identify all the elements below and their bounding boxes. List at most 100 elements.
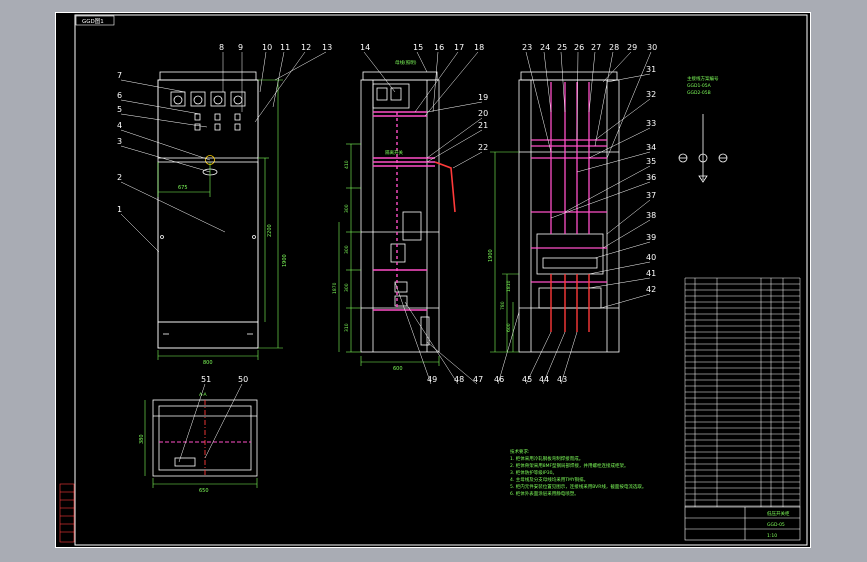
leader-bottom-46	[497, 311, 520, 385]
dim-back-h1: 1900	[488, 249, 494, 262]
dim-plan-depth: 380	[139, 434, 145, 444]
callout-plan-50: 50	[238, 375, 248, 384]
leader-top-23	[525, 51, 552, 153]
callout-right-41: 41	[646, 269, 656, 278]
meter-dial-1	[173, 95, 183, 105]
callout-top-10: 10	[262, 43, 272, 52]
callout-top-14: 14	[360, 43, 370, 52]
front-view	[157, 71, 259, 349]
leader-right-34	[576, 151, 651, 173]
single-line-schematic	[678, 114, 728, 183]
title-block-number: GGD-05	[767, 522, 785, 528]
notes-heading: 技术要求:	[510, 448, 530, 455]
note-6: 6. 柜体外表面涂层采用静电喷塑。	[510, 490, 579, 497]
application-viewport: GGD图1 800 675 1900 2200 410 300 300 300 …	[0, 0, 867, 562]
back-busbars	[531, 82, 607, 283]
title-tag: GGD图1	[82, 17, 104, 25]
back-top-cap	[520, 71, 618, 81]
front-top-cap	[159, 71, 257, 81]
callout-right-37: 37	[646, 191, 656, 200]
back-dimensions	[490, 151, 519, 353]
leader-right-33	[588, 127, 651, 159]
dim-plan-width: 650	[199, 488, 209, 494]
leader-mid-20	[426, 117, 483, 159]
dim-front-total: 1900	[282, 254, 288, 267]
side-terminal	[420, 316, 430, 346]
plan-base-slot	[174, 457, 196, 467]
note-1: 1. 柜体采用冷轧钢板弯制焊接而成。	[510, 455, 583, 462]
callout-bottom-48: 48	[454, 375, 464, 384]
leader-mid-21	[426, 129, 483, 163]
callout-leaders	[120, 51, 652, 463]
callout-top-30: 30	[647, 43, 657, 52]
indicator-2	[214, 113, 221, 121]
callout-right-33: 33	[646, 119, 656, 128]
back-conductors	[550, 274, 590, 332]
leader-left-3	[120, 145, 211, 173]
callout-right-42: 42	[646, 285, 656, 294]
leader-top-27	[588, 51, 596, 113]
callout-left-6: 6	[117, 91, 122, 100]
callout-top-15: 15	[413, 43, 423, 52]
callout-mid-22: 22	[478, 143, 488, 152]
callout-bottom-46: 46	[494, 375, 504, 384]
leader-right-35	[564, 165, 651, 213]
leader-top-12	[254, 51, 306, 123]
note-3: 3. 柜体防护等级IP30。	[510, 469, 557, 476]
schematic-heading: 主接线方案编号	[687, 75, 719, 82]
selector-switch-2	[214, 123, 221, 131]
callout-right-31: 31	[646, 65, 656, 74]
callout-right-35: 35	[646, 157, 656, 166]
schematic-line-2: GGD2-05B	[687, 90, 711, 96]
dim-front-width: 800	[203, 360, 213, 366]
callout-right-38: 38	[646, 211, 656, 220]
plan-caption: A-A	[199, 392, 208, 398]
side-meter-b	[390, 87, 402, 101]
callout-top-17: 17	[454, 43, 464, 52]
dim-side-width: 600	[393, 366, 403, 372]
front-cabinet-body	[157, 79, 259, 349]
callout-left-2: 2	[117, 173, 122, 182]
title-block-name: 低压开关柜	[767, 510, 790, 517]
dim-back-h4: 600	[506, 323, 512, 332]
callout-top-24: 24	[540, 43, 550, 52]
leader-top-15	[416, 51, 428, 73]
meter-dial-2	[193, 95, 203, 105]
callout-right-36: 36	[646, 173, 656, 182]
callout-bottom-47: 47	[473, 375, 483, 384]
callout-top-16: 16	[434, 43, 444, 52]
leader-left-4	[120, 129, 211, 161]
plan-dimensions	[144, 400, 258, 488]
back-lower-terminals	[538, 287, 602, 309]
callout-top-26: 26	[574, 43, 584, 52]
callout-mid-19: 19	[478, 93, 488, 102]
callout-top-18: 18	[474, 43, 484, 52]
meter-dial-4	[233, 95, 243, 105]
door-lock	[252, 235, 256, 239]
leader-top-30	[606, 51, 652, 159]
side-breaker	[402, 211, 422, 241]
parts-list-table	[684, 277, 801, 507]
dim-side-h4: 300	[344, 283, 350, 292]
back-ct-row	[542, 257, 598, 269]
leader-right-40	[588, 261, 651, 275]
callout-right-39: 39	[646, 233, 656, 242]
dim-side-h2: 300	[344, 204, 350, 213]
callout-top-28: 28	[609, 43, 619, 52]
leader-top-24	[543, 51, 552, 113]
selector-switch-3	[234, 123, 241, 131]
note-2: 2. 柜体骨架采用8MF型钢局部焊接，并用螺栓连接成柜架。	[510, 462, 629, 469]
dim-side-h5: 310	[344, 323, 350, 332]
cad-drawing: GGD图1 800 675 1900 2200 410 300 300 300 …	[55, 12, 811, 548]
drawing-sheet[interactable]: GGD图1 800 675 1900 2200 410 300 300 300 …	[55, 12, 811, 548]
leader-top-10	[259, 51, 267, 93]
revision-stamp	[59, 483, 75, 543]
callout-top-9: 9	[238, 43, 243, 52]
meter-dial-3	[213, 95, 223, 105]
callout-bottom-44: 44	[539, 375, 549, 384]
leader-left-5	[120, 113, 208, 128]
callout-right-32: 32	[646, 90, 656, 99]
callout-top-25: 25	[557, 43, 567, 52]
side-conductor	[434, 161, 456, 213]
dim-back-h3: 1810	[506, 280, 512, 292]
